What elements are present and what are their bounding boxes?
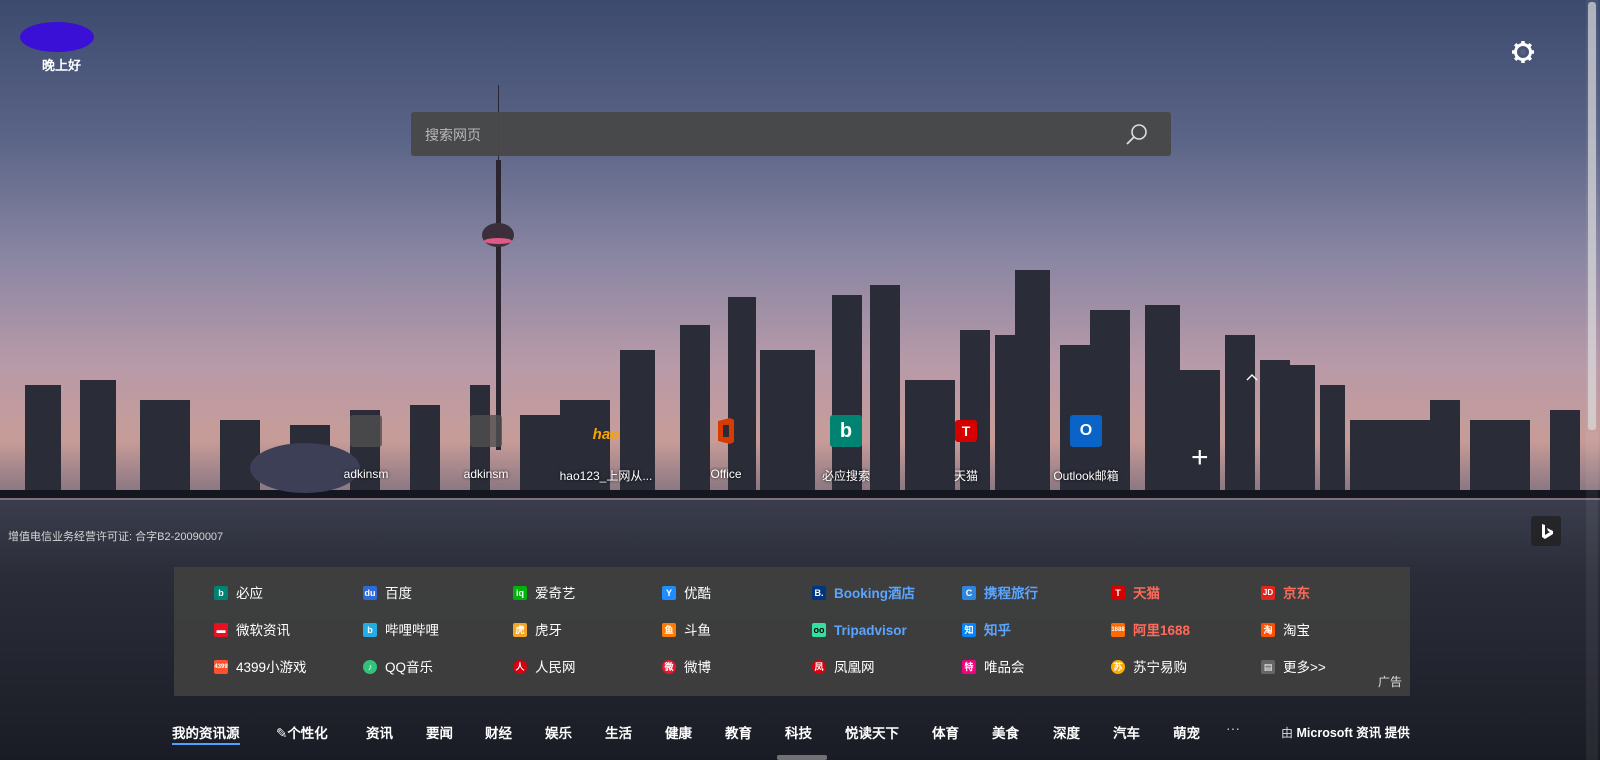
search-input[interactable] <box>423 112 1107 158</box>
horizontal-scroll-indicator[interactable] <box>777 755 827 760</box>
more-tabs-button[interactable]: ··· <box>1226 720 1240 736</box>
avatar[interactable] <box>20 22 94 52</box>
pencil-icon: ✎ <box>276 726 288 741</box>
grid-icon: ▤ <box>1261 660 1275 674</box>
tab-entertainment[interactable]: 娱乐 <box>545 722 572 742</box>
top-site-outlook[interactable]: O Outlook邮箱 <box>1031 413 1141 489</box>
top-site-hao123[interactable]: hao hao123_上网从... <box>551 413 661 489</box>
vertical-scrollbar[interactable] <box>1586 0 1598 760</box>
tab-finance[interactable]: 财经 <box>485 722 512 742</box>
gear-icon[interactable] <box>1511 40 1535 64</box>
tab-technology[interactable]: 科技 <box>785 722 812 742</box>
suning-icon: 苏 <box>1111 660 1125 674</box>
tab-education[interactable]: 教育 <box>725 722 752 742</box>
people-icon: 人 <box>513 660 527 674</box>
add-site-button[interactable]: + <box>1151 413 1261 489</box>
tab-autos[interactable]: 汽车 <box>1113 722 1140 742</box>
youku-icon: Y <box>662 586 676 600</box>
top-site-adkinsm-1[interactable]: adkinsm <box>311 413 421 489</box>
tab-my-feed[interactable]: 我的资讯源 <box>172 722 240 745</box>
taobao-icon: 淘 <box>1261 623 1275 637</box>
tab-news[interactable]: 资讯 <box>366 722 393 742</box>
bing-icon <box>1542 524 1553 539</box>
top-site-label: 天猫 <box>953 469 978 483</box>
chevron-up-icon[interactable] <box>1244 370 1260 386</box>
top-site-label: Outlook邮箱 <box>1053 469 1119 483</box>
scrollbar-thumb[interactable] <box>1588 2 1596 430</box>
outlook-icon: O <box>1070 415 1102 447</box>
douyu-icon: 鱼 <box>662 623 676 637</box>
zhihu-icon: 知 <box>962 623 976 637</box>
bilibili-icon: b <box>363 623 377 637</box>
tab-food[interactable]: 美食 <box>992 722 1019 742</box>
top-site-label: Office <box>710 467 742 481</box>
tmall-icon: T <box>955 420 977 442</box>
iqiyi-icon: iq <box>513 586 527 600</box>
bing-icon: b <box>214 586 228 600</box>
top-site-adkinsm-2[interactable]: adkinsm <box>431 413 541 489</box>
greeting-text: 晚上好 <box>42 58 82 73</box>
top-site-office[interactable]: Office <box>671 413 781 489</box>
tripadvisor-icon: oo <box>812 623 826 637</box>
provider-credit: 由 Microsoft 资讯 提供 <box>1281 726 1410 740</box>
plus-icon: + <box>1191 441 1209 474</box>
baidu-icon: du <box>363 586 377 600</box>
license-text[interactable]: 增值电信业务经营许可证: 合字B2-20090007 <box>8 528 223 544</box>
search-box[interactable] <box>411 112 1171 158</box>
top-site-label: adkinsm <box>463 467 509 481</box>
bing-icon: b <box>830 415 862 447</box>
msn-icon: ▬ <box>214 623 228 637</box>
tab-sports[interactable]: 体育 <box>932 722 959 742</box>
game-4399-icon: 4399 <box>214 660 228 674</box>
quick-links-panel: b 必应 du 百度 iq 爱奇艺 Y 优酷 B. Booking酒店 C 携程旅行 T 天猫… <box>174 567 1410 696</box>
ifeng-icon: 凤 <box>812 660 826 674</box>
search-icon[interactable] <box>1125 122 1149 146</box>
alibaba-1688-icon: 1688 <box>1111 623 1125 637</box>
top-site-bing[interactable]: b 必应搜索 <box>791 413 901 489</box>
tab-reading[interactable]: 悦读天下 <box>845 722 899 742</box>
top-site-label: hao123_上网从... <box>559 469 653 483</box>
site-icon <box>350 415 382 447</box>
top-site-tmall[interactable]: T 天猫 <box>911 413 1021 489</box>
ad-label: 广告 <box>1377 675 1402 689</box>
office-icon <box>710 415 742 447</box>
vipshop-icon: 特 <box>962 660 976 674</box>
weibo-icon: 微 <box>662 660 676 674</box>
hao123-icon: hao <box>592 426 620 443</box>
tab-in-depth[interactable]: 深度 <box>1053 722 1080 742</box>
news-nav: 我的资讯源 ✎个性化 资讯 要闻 财经 娱乐 生活 健康 教育 科技 悦读天下 … <box>172 720 1412 748</box>
tab-pets[interactable]: 萌宠 <box>1173 722 1200 742</box>
huya-icon: 虎 <box>513 623 527 637</box>
tmall-icon: T <box>1111 586 1125 600</box>
tab-personalize[interactable]: ✎个性化 <box>276 722 328 742</box>
qqmusic-icon: ♪ <box>363 660 377 674</box>
tab-headlines[interactable]: 要闻 <box>426 722 453 742</box>
ctrip-icon: C <box>962 586 976 600</box>
tab-health[interactable]: 健康 <box>665 722 692 742</box>
jd-icon: JD <box>1261 586 1275 600</box>
site-icon <box>470 415 502 447</box>
top-site-label: 必应搜索 <box>821 469 870 483</box>
bing-logo-button[interactable] <box>1531 516 1561 546</box>
booking-icon: B. <box>812 586 826 600</box>
top-site-label: adkinsm <box>343 467 389 481</box>
tab-lifestyle[interactable]: 生活 <box>605 722 632 742</box>
